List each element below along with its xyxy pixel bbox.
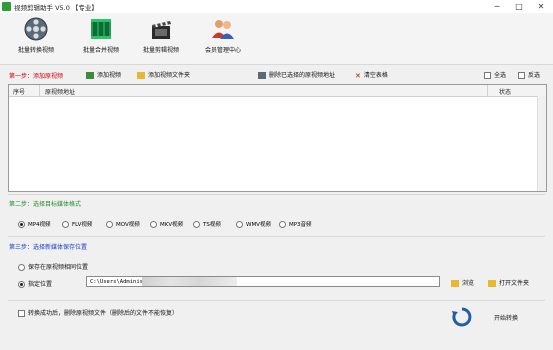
film-reel-icon bbox=[23, 16, 49, 42]
clear-table-button[interactable]: ✕ 清空表格 bbox=[355, 70, 388, 80]
select-all-button[interactable]: 全选 bbox=[484, 70, 506, 79]
add-video-label: 添加视频 bbox=[97, 72, 122, 79]
radio-icon bbox=[62, 221, 69, 228]
divider bbox=[8, 300, 545, 301]
radio-icon bbox=[18, 281, 25, 288]
format-option-wmv[interactable]: WMV视频 bbox=[236, 220, 271, 228]
invert-select-checkbox[interactable] bbox=[518, 72, 525, 79]
radio-icon bbox=[18, 264, 25, 271]
window-title: 视频剪辑助手 V5.0 【专业】 bbox=[14, 4, 98, 12]
open-folder-button[interactable]: 打开文件夹 bbox=[488, 278, 529, 287]
format-option-mp3[interactable]: MP3音频 bbox=[279, 220, 312, 228]
table-header: 序号 原视频地址 状态 bbox=[9, 85, 546, 97]
save-custom-location-option[interactable]: 指定位置 bbox=[18, 279, 52, 288]
format-label: MKV视频 bbox=[160, 222, 184, 228]
select-all-label: 全选 bbox=[494, 72, 507, 79]
divider bbox=[8, 236, 545, 237]
add-video-button[interactable]: 添加视频 bbox=[86, 70, 121, 79]
radio-icon bbox=[18, 221, 25, 228]
save-same-location-option[interactable]: 保存在原视频相同位置 bbox=[18, 262, 88, 271]
browse-button[interactable]: 浏览 bbox=[451, 278, 474, 287]
invert-select-button[interactable]: 反选 bbox=[518, 70, 540, 79]
users-icon bbox=[210, 16, 236, 42]
format-option-flv[interactable]: FLV视频 bbox=[62, 220, 92, 228]
clapperboard-icon bbox=[148, 16, 174, 42]
column-divider bbox=[487, 85, 488, 96]
batch-edit-button[interactable]: 批量剪辑视频 bbox=[130, 15, 192, 61]
browse-label: 浏览 bbox=[462, 280, 475, 287]
toolbar-label: 批量剪辑视频 bbox=[142, 47, 179, 54]
member-center-button[interactable]: 会员管理中心 bbox=[192, 15, 254, 61]
format-label: TS视频 bbox=[203, 222, 221, 228]
column-header-path: 原视频地址 bbox=[45, 89, 76, 96]
open-folder-label: 打开文件夹 bbox=[499, 280, 530, 287]
invert-select-label: 反选 bbox=[528, 72, 541, 79]
remove-selected-button[interactable]: 删除已选择的原视频地址 bbox=[258, 70, 335, 79]
title-bar: 视频剪辑助手 V5.0 【专业】 ─ □ ✕ bbox=[0, 0, 553, 14]
remove-selected-label: 删除已选择的原视频地址 bbox=[269, 72, 336, 79]
table-scrollbar[interactable] bbox=[537, 96, 546, 191]
close-button[interactable]: ✕ bbox=[530, 0, 552, 13]
merge-film-icon bbox=[88, 16, 114, 42]
step1-label: 第一步：添加原视频 bbox=[9, 73, 64, 80]
refresh-spinner-icon bbox=[451, 306, 473, 328]
batch-convert-button[interactable]: 批量转换视频 bbox=[5, 15, 67, 61]
format-option-mov[interactable]: MOV视频 bbox=[106, 220, 140, 228]
divider bbox=[8, 194, 545, 195]
delete-after-checkbox[interactable] bbox=[18, 310, 25, 317]
toolbar-label: 会员管理中心 bbox=[204, 47, 241, 54]
radio-icon bbox=[279, 221, 286, 228]
add-video-icon bbox=[86, 72, 94, 79]
main-toolbar: 批量转换视频 批量合并视频 批量剪辑视频 会员管理中心 bbox=[0, 13, 553, 65]
step2-label: 第二步：选择目标媒体格式 bbox=[9, 201, 82, 208]
maximize-button[interactable]: □ bbox=[508, 0, 530, 13]
delete-after-label: 转换成功后，删除原视频文件（删除后的文件不能恢复） bbox=[28, 310, 179, 317]
format-option-ts[interactable]: TS视频 bbox=[193, 220, 221, 228]
format-option-mkv[interactable]: MKV视频 bbox=[150, 220, 183, 228]
save-same-label: 保存在原视频相同位置 bbox=[28, 264, 89, 271]
step3-label: 第三步：选择新媒体保存位置 bbox=[9, 244, 88, 251]
add-folder-label: 添加视频文件夹 bbox=[148, 72, 191, 79]
video-list-table[interactable]: 序号 原视频地址 状态 bbox=[8, 84, 547, 192]
redacted-path-blur bbox=[142, 277, 237, 286]
select-all-checkbox[interactable] bbox=[484, 72, 491, 79]
open-folder-icon bbox=[488, 280, 496, 287]
format-label: MOV视频 bbox=[116, 222, 140, 228]
toolbar-label: 批量转换视频 bbox=[17, 47, 54, 54]
radio-icon bbox=[106, 221, 113, 228]
format-label: WMV视频 bbox=[246, 222, 271, 228]
remove-list-icon bbox=[258, 72, 266, 79]
format-option-mp4[interactable]: MP4视频 bbox=[18, 220, 51, 228]
delete-after-convert-option[interactable]: 转换成功后，删除原视频文件（删除后的文件不能恢复） bbox=[18, 308, 178, 317]
column-header-index: 序号 bbox=[13, 89, 26, 96]
add-folder-icon bbox=[137, 72, 145, 79]
column-header-status: 状态 bbox=[499, 89, 512, 96]
save-path-input[interactable]: C:\Users\Administrat bbox=[86, 276, 440, 287]
toolbar-label: 批量合并视频 bbox=[82, 47, 119, 54]
format-label: MP4视频 bbox=[28, 222, 51, 228]
add-folder-button[interactable]: 添加视频文件夹 bbox=[137, 70, 190, 79]
minimize-button[interactable]: ─ bbox=[486, 0, 508, 13]
radio-icon bbox=[236, 221, 243, 228]
save-custom-label: 指定位置 bbox=[28, 281, 53, 288]
clear-x-icon: ✕ bbox=[355, 71, 361, 80]
start-convert-button[interactable]: 开始转换 bbox=[481, 306, 531, 325]
radio-icon bbox=[150, 221, 157, 228]
app-logo-icon bbox=[2, 2, 11, 11]
format-label: FLV视频 bbox=[72, 222, 93, 228]
folder-icon bbox=[451, 280, 459, 287]
format-label: MP3音频 bbox=[289, 222, 312, 228]
clear-table-label: 清空表格 bbox=[363, 72, 388, 79]
column-divider bbox=[39, 85, 40, 96]
radio-icon bbox=[193, 221, 200, 228]
batch-merge-button[interactable]: 批量合并视频 bbox=[70, 15, 132, 61]
